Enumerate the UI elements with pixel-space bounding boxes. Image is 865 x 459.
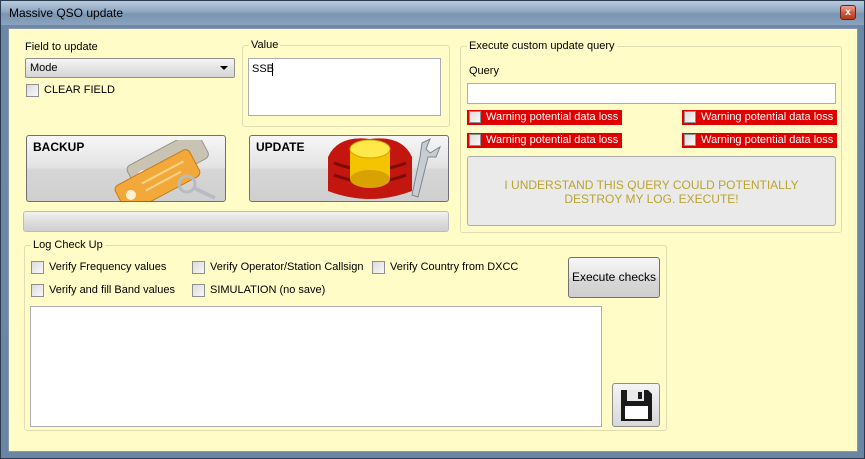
client-area: Field to update Mode CLEAR FIELD Value S… (8, 28, 858, 452)
warning-label: Warning potential data loss (486, 134, 619, 146)
progress-bar (23, 211, 449, 232)
value-text: SSB (252, 63, 275, 75)
backup-button-label: BACKUP (33, 140, 85, 154)
simulation-label: SIMULATION (no save) (210, 284, 326, 296)
backup-button[interactable]: BACKUP (26, 135, 226, 202)
value-group: Value SSB (242, 39, 450, 127)
custom-query-group-title: Execute custom update query (467, 40, 617, 52)
save-log-button[interactable] (612, 383, 660, 427)
verify-operator-label: Verify Operator/Station Callsign (210, 261, 364, 273)
field-to-update-label: Field to update (25, 41, 98, 53)
close-button[interactable]: x (840, 5, 856, 20)
value-textarea[interactable]: SSB (248, 58, 441, 116)
warning-checkbox-1[interactable]: Warning potential data loss (467, 110, 622, 125)
warning-label: Warning potential data loss (486, 111, 619, 123)
warning-checkbox-2[interactable]: Warning potential data loss (682, 110, 837, 125)
massive-qso-update-window: Massive QSO update x Field to update Mod… (0, 0, 865, 459)
verify-band-label: Verify and fill Band values (49, 284, 175, 296)
execute-query-button[interactable]: I UNDERSTAND THIS QUERY COULD POTENTIALL… (467, 156, 836, 226)
warning-checkbox-3[interactable]: Warning potential data loss (467, 133, 622, 148)
warning-checkbox-box[interactable] (684, 111, 696, 123)
floppy-disk-icon (621, 390, 652, 421)
log-check-group-title: Log Check Up (31, 239, 105, 251)
execute-query-label: I UNDERSTAND THIS QUERY COULD POTENTIALL… (504, 178, 799, 206)
simulation-checkbox[interactable] (192, 284, 205, 297)
update-button-label: UPDATE (256, 140, 305, 154)
titlebar[interactable]: Massive QSO update x (1, 1, 864, 25)
value-label: Value (249, 39, 281, 51)
verify-operator-checkbox[interactable] (192, 261, 205, 274)
key-tags-icon (114, 140, 216, 201)
clear-field-label: CLEAR FIELD (44, 84, 115, 96)
log-output-textarea[interactable] (30, 306, 602, 427)
warning-checkbox-box[interactable] (469, 111, 481, 123)
field-select[interactable]: Mode (25, 58, 235, 78)
text-cursor (272, 63, 273, 76)
verify-band-checkbox[interactable] (31, 284, 44, 297)
query-label: Query (469, 65, 499, 77)
query-input[interactable] (467, 83, 836, 104)
warning-checkbox-4[interactable]: Warning potential data loss (682, 133, 837, 148)
verify-country-checkbox[interactable] (372, 261, 385, 274)
chevron-down-icon (220, 66, 228, 70)
warning-checkbox-box[interactable] (684, 134, 696, 146)
warning-label: Warning potential data loss (701, 134, 834, 146)
verify-frequency-checkbox[interactable] (31, 261, 44, 274)
execute-checks-button[interactable]: Execute checks (568, 257, 660, 298)
verify-frequency-label: Verify Frequency values (49, 261, 167, 273)
warning-checkbox-box[interactable] (469, 134, 481, 146)
field-select-value: Mode (30, 62, 58, 74)
warning-label: Warning potential data loss (701, 111, 834, 123)
execute-checks-label: Execute checks (571, 270, 657, 284)
clear-field-checkbox[interactable] (26, 84, 39, 97)
database-wrench-icon (328, 137, 442, 199)
verify-country-label: Verify Country from DXCC (390, 261, 519, 273)
window-title: Massive QSO update (9, 6, 124, 20)
update-button[interactable]: UPDATE (249, 135, 449, 202)
close-icon: x (845, 7, 851, 18)
